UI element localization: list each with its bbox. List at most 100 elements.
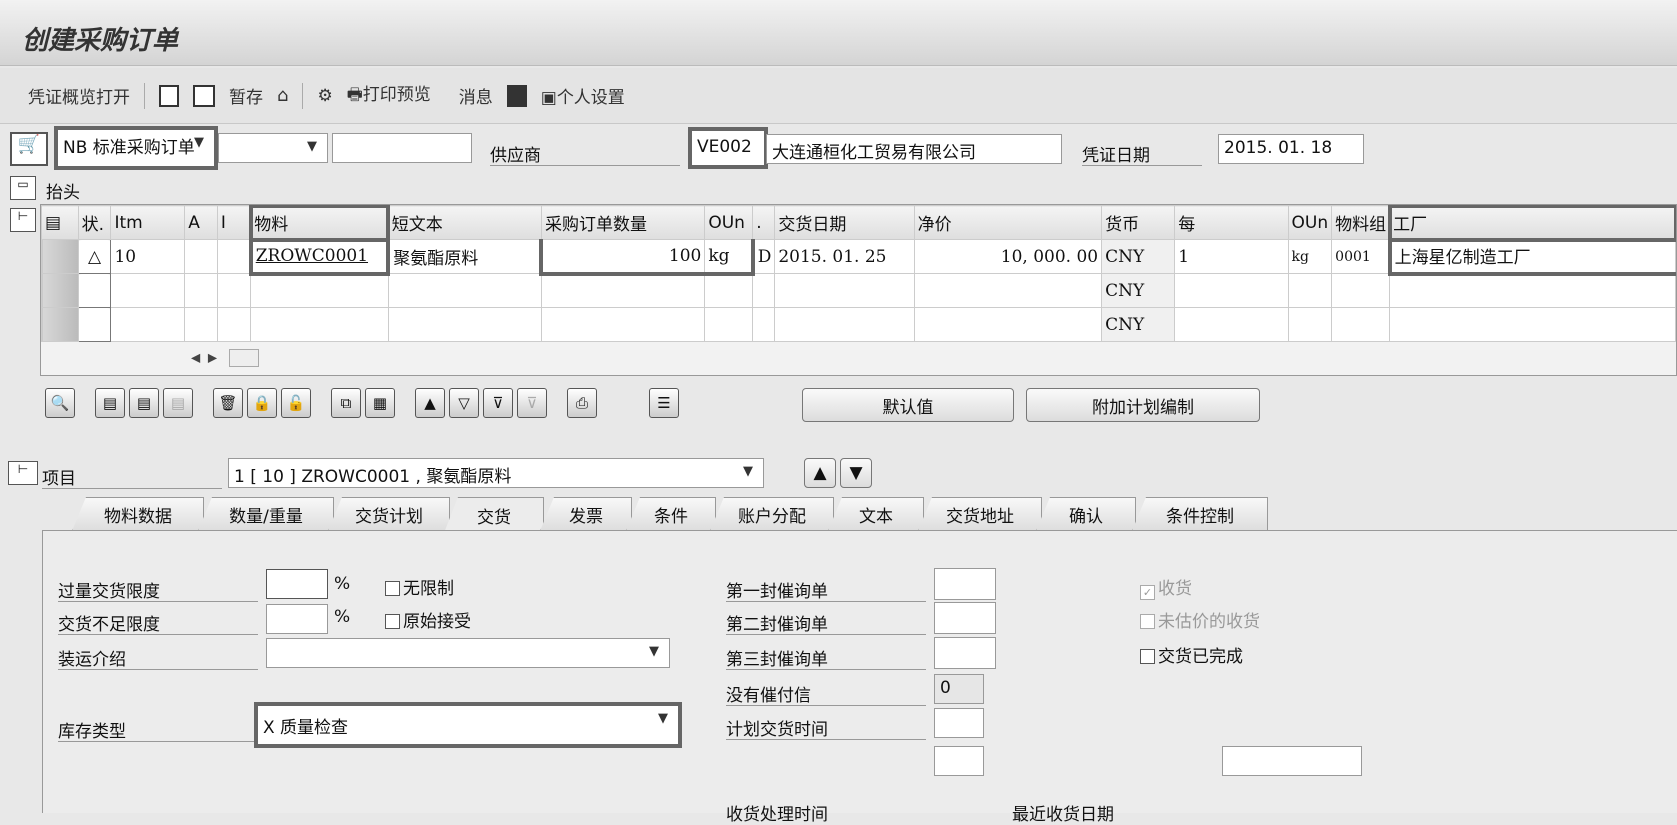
- item-category-cell[interactable]: D: [752, 239, 776, 274]
- filter-icon[interactable]: ▽: [449, 388, 479, 418]
- last-gr-date-field[interactable]: [1222, 746, 1362, 776]
- items-collapse-icon[interactable]: ⊢: [10, 208, 36, 232]
- vendor-name-field[interactable]: 大连通桓化工贸易有限公司: [766, 134, 1062, 164]
- cell[interactable]: [774, 307, 915, 342]
- cart-icon[interactable]: 🛒: [10, 132, 48, 166]
- tab-delivery[interactable]: 交货: [444, 497, 544, 533]
- delete-icon[interactable]: 🗑: [213, 388, 243, 418]
- col-header[interactable]: 交货日期: [774, 205, 915, 240]
- col-header[interactable]: Itm: [110, 205, 186, 240]
- scroll-thumb[interactable]: [228, 349, 259, 367]
- reminder1-field[interactable]: [934, 568, 996, 600]
- details-icon[interactable]: 🔍: [45, 388, 75, 418]
- tab-delivery-schedule[interactable]: 交货计划: [328, 497, 450, 531]
- hold-button[interactable]: 暂存: [229, 83, 263, 108]
- col-header[interactable]: OUn: [1287, 205, 1333, 240]
- additional-planning-button[interactable]: 附加计划编制: [1026, 388, 1260, 422]
- currency-cell[interactable]: CNY: [1101, 239, 1176, 274]
- stock-type-select[interactable]: X 质量检查: [254, 702, 682, 748]
- reminder3-field[interactable]: [934, 637, 996, 669]
- previous-item-button[interactable]: ▲: [804, 458, 836, 488]
- planned-delivery-time-field[interactable]: [934, 708, 984, 738]
- lock-icon[interactable]: 🔒: [247, 388, 277, 418]
- cell[interactable]: [110, 273, 186, 308]
- cell[interactable]: [184, 307, 218, 342]
- select-block-icon[interactable]: ▤: [129, 388, 159, 418]
- cell[interactable]: [216, 307, 252, 342]
- po-number-field[interactable]: [332, 133, 472, 163]
- cell[interactable]: [540, 273, 706, 308]
- col-header[interactable]: 短文本: [387, 205, 542, 240]
- status-cell[interactable]: [77, 307, 112, 342]
- status-cell[interactable]: [77, 273, 112, 308]
- status-cell[interactable]: △: [77, 239, 112, 274]
- cell[interactable]: [1174, 307, 1289, 342]
- tab-quantity-weight[interactable]: 数量/重量: [198, 497, 334, 531]
- cell[interactable]: [752, 307, 776, 342]
- cell[interactable]: [704, 307, 754, 342]
- col-header[interactable]: 货币: [1101, 205, 1176, 240]
- messages-button[interactable]: 消息: [459, 83, 493, 108]
- tab-material-data[interactable]: 物料数据: [72, 497, 204, 531]
- tab-condition-control[interactable]: 条件控制: [1132, 497, 1268, 531]
- cell[interactable]: [216, 239, 252, 274]
- col-header-quantity[interactable]: 采购订单数量: [540, 205, 706, 240]
- overview-button[interactable]: 凭证概览打开: [28, 83, 130, 108]
- header-expand-icon[interactable]: ▭: [10, 176, 36, 200]
- cell[interactable]: [704, 273, 754, 308]
- col-header-material[interactable]: 物料: [248, 205, 391, 242]
- doc-date-field[interactable]: 2015. 01. 18: [1218, 134, 1364, 164]
- print-preview-button[interactable]: 🖶打印预览: [347, 80, 431, 111]
- cell[interactable]: [250, 273, 389, 308]
- overdelivery-field[interactable]: [266, 569, 328, 599]
- currency-cell[interactable]: CNY: [1101, 273, 1176, 308]
- cell[interactable]: [1389, 273, 1676, 308]
- cell[interactable]: [913, 273, 1103, 308]
- cell[interactable]: [216, 273, 252, 308]
- gr-processing-time-field[interactable]: [934, 746, 984, 776]
- cell[interactable]: [1331, 273, 1391, 308]
- shipping-instructions-select[interactable]: [266, 638, 670, 668]
- cell[interactable]: [913, 307, 1103, 342]
- default-values-button[interactable]: 默认值: [802, 388, 1014, 422]
- tab-texts[interactable]: 文本: [828, 497, 924, 531]
- vendor-code-field[interactable]: VE002: [688, 127, 768, 169]
- row-selector[interactable]: [41, 273, 79, 308]
- col-header-plant[interactable]: 工厂: [1387, 205, 1676, 242]
- cell[interactable]: [752, 273, 776, 308]
- currency-cell[interactable]: CNY: [1101, 307, 1176, 342]
- cell[interactable]: [250, 307, 389, 342]
- tab-conditions[interactable]: 条件: [626, 497, 716, 531]
- cell[interactable]: [387, 273, 542, 308]
- reminder2-field[interactable]: [934, 602, 996, 634]
- tab-confirmations[interactable]: 确认: [1036, 497, 1136, 531]
- horizontal-scrollbar[interactable]: ◀ ▶: [191, 349, 259, 367]
- print-icon[interactable]: ⚙: [317, 86, 332, 106]
- new-document-icon[interactable]: [159, 84, 179, 107]
- plant-cell[interactable]: 上海星亿制造工厂: [1387, 239, 1676, 276]
- cell[interactable]: [540, 307, 706, 342]
- copy-icon[interactable]: ⧉: [331, 388, 361, 418]
- per-cell[interactable]: 1: [1174, 239, 1289, 274]
- personal-settings-button[interactable]: ▣个人设置: [541, 83, 625, 108]
- order-unit-cell[interactable]: kg: [1287, 239, 1333, 274]
- col-header[interactable]: 每: [1174, 205, 1289, 240]
- check-icon[interactable]: ⌂: [277, 85, 288, 106]
- unit-cell[interactable]: kg: [704, 239, 755, 276]
- delivery-complete-checkbox[interactable]: 交货已完成: [1140, 642, 1243, 667]
- item-collapse-icon[interactable]: ⊢: [8, 461, 38, 485]
- col-header[interactable]: 状.: [77, 205, 112, 240]
- sort-icon[interactable]: ▲: [415, 388, 445, 418]
- col-header[interactable]: 净价: [913, 205, 1103, 240]
- item-select[interactable]: 1 [ 10 ] ZROWC0001 , 聚氨酯原料: [228, 458, 764, 488]
- calculator-icon[interactable]: ▦: [365, 388, 395, 418]
- tab-invoice[interactable]: 发票: [540, 497, 632, 531]
- delivery-date-cell[interactable]: 2015. 01. 25: [774, 239, 915, 274]
- unlimited-checkbox[interactable]: 无限制: [385, 574, 454, 599]
- col-header[interactable]: I: [216, 205, 252, 240]
- net-price-cell[interactable]: 10, 000. 00: [913, 239, 1103, 274]
- col-header[interactable]: 物料组: [1331, 205, 1391, 240]
- short-text-cell[interactable]: 聚氨酯原料: [387, 239, 542, 274]
- cell[interactable]: [184, 273, 218, 308]
- tab-delivery-address[interactable]: 交货地址: [918, 497, 1042, 531]
